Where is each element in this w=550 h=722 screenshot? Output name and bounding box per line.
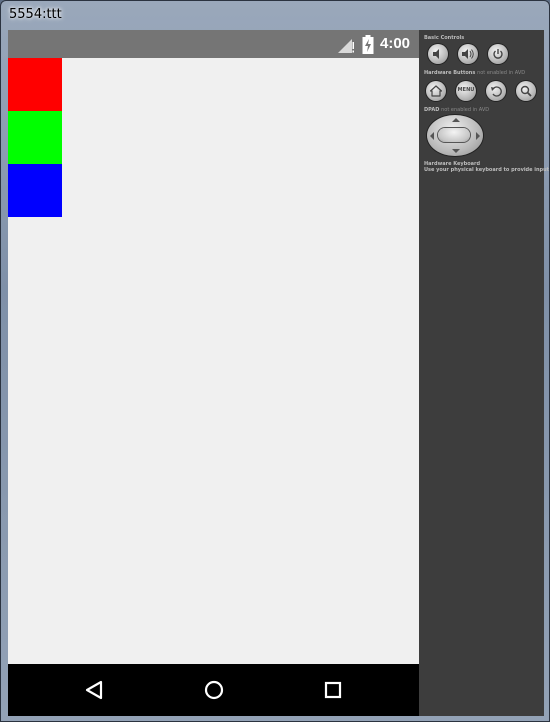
dpad-label: DPAD <box>424 107 440 113</box>
controls-panel: Basic Controls Hardware Buttons not enab… <box>419 30 549 716</box>
dpad-center-button[interactable] <box>438 128 470 142</box>
blue-box <box>8 164 62 217</box>
back-icon[interactable] <box>81 677 107 703</box>
volume-down-icon <box>433 49 439 59</box>
dpad-control[interactable] <box>427 115 483 156</box>
dpad-note: not enabled in AVD <box>441 107 490 113</box>
hardware-keyboard-note: Use your physical keyboard to provide in… <box>424 167 550 173</box>
signal-icon <box>338 39 354 53</box>
status-bar: 4:00 <box>8 30 419 58</box>
power-button[interactable] <box>488 44 508 64</box>
hardware-buttons-note: not enabled in AVD <box>477 70 526 76</box>
red-box <box>8 58 62 111</box>
dpad-right-arrow-icon[interactable] <box>476 132 480 140</box>
house-icon <box>429 85 443 97</box>
volume-up-icon <box>462 49 474 59</box>
volume-down-button[interactable] <box>428 44 448 64</box>
hardware-buttons-heading: Hardware Buttons not enabled in AVD <box>424 70 525 76</box>
dpad-down-arrow-icon[interactable] <box>452 149 460 153</box>
volume-up-button[interactable] <box>458 44 478 64</box>
window-title: 5554:ttt <box>9 7 62 22</box>
home-icon[interactable] <box>201 677 227 703</box>
menu-label: MENU <box>457 87 475 93</box>
emulator-client-area: 4:00 Basic Controls Hardware Buttons not… <box>8 30 549 716</box>
search-icon <box>520 85 532 97</box>
emulator-window: 5554:ttt 4:00 Basic Controls Hardware Bu… <box>0 0 550 722</box>
hardware-home-button[interactable] <box>426 81 446 101</box>
power-icon <box>493 49 503 59</box>
basic-controls-heading: Basic Controls <box>424 35 465 41</box>
recents-icon[interactable] <box>320 677 346 703</box>
green-box <box>8 111 62 164</box>
hardware-back-button[interactable] <box>486 81 506 101</box>
dpad-heading: DPAD not enabled in AVD <box>424 107 489 113</box>
hardware-search-button[interactable] <box>516 81 536 101</box>
dpad-up-arrow-icon[interactable] <box>452 118 460 122</box>
navigation-bar <box>8 664 419 716</box>
hardware-menu-button[interactable]: MENU <box>456 81 476 101</box>
battery-icon <box>362 35 374 54</box>
hardware-buttons-label: Hardware Buttons <box>424 70 476 76</box>
undo-back-icon <box>491 86 502 97</box>
device-screen[interactable]: 4:00 <box>8 30 419 716</box>
dpad-left-arrow-icon[interactable] <box>430 132 434 140</box>
status-time: 4:00 <box>380 35 411 52</box>
